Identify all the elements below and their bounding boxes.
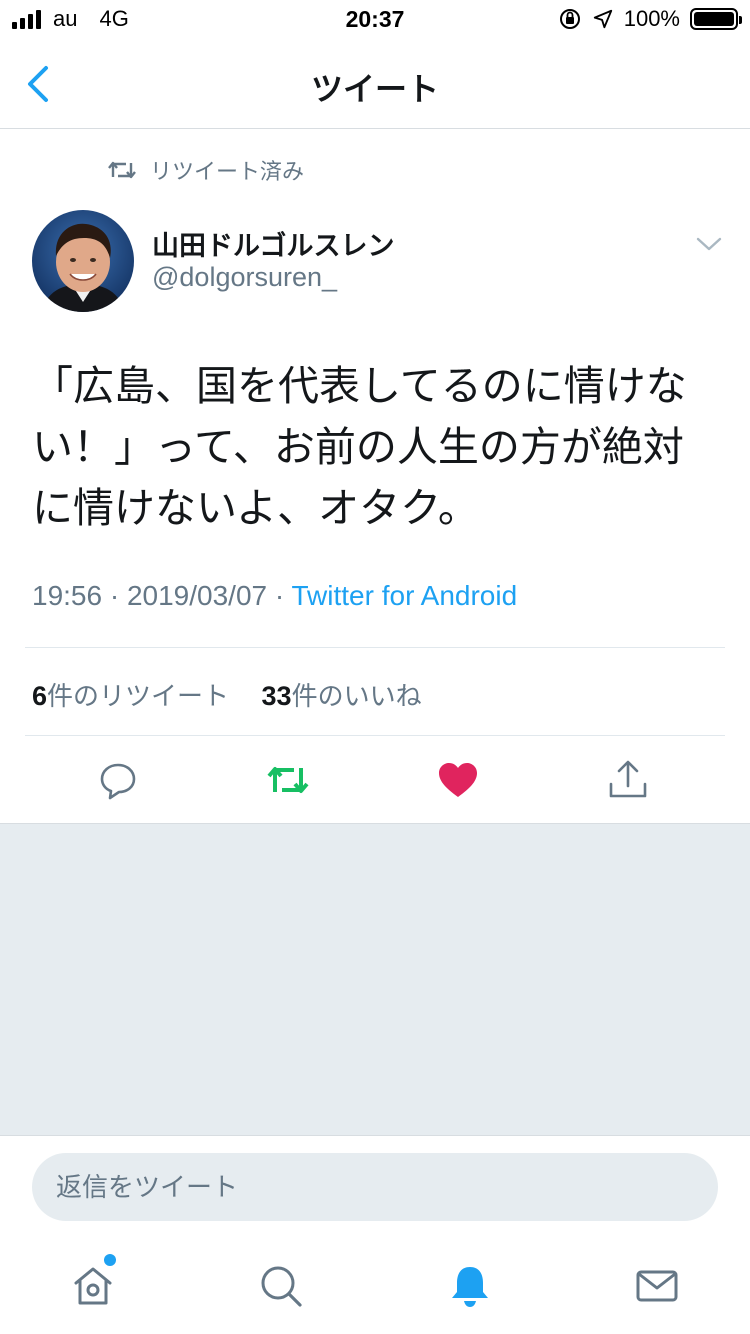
- status-bar: au 4G 20:37 100%: [0, 0, 750, 40]
- home-icon: [74, 1267, 112, 1305]
- heart-icon: [439, 763, 477, 797]
- share-icon: [609, 760, 647, 798]
- divider: [25, 647, 725, 648]
- orientation-lock-icon: [559, 9, 580, 29]
- tab-search[interactable]: [258, 1263, 304, 1309]
- battery-icon: [690, 8, 742, 30]
- tweet-actions: [0, 736, 750, 823]
- tweet-meta: 19:56 · 2019/03/07 · Twitter for Android: [32, 580, 517, 612]
- more-options-button[interactable]: [694, 232, 724, 256]
- reply-button[interactable]: [96, 758, 140, 802]
- page-title: ツイート: [310, 71, 439, 107]
- location-icon: [593, 9, 612, 29]
- retweet-count-label: 件のリツイート: [47, 681, 230, 711]
- author-name[interactable]: 山田ドルゴルスレン: [152, 224, 394, 263]
- tab-home[interactable]: [70, 1263, 116, 1309]
- retweeted-label: リツイート済み: [150, 159, 305, 184]
- reply-icon: [100, 763, 136, 800]
- mail-icon: [636, 1270, 678, 1302]
- tweet-time: 19:56: [32, 580, 103, 611]
- status-right: 100%: [558, 6, 742, 32]
- nav-bar: ツイート: [0, 40, 750, 129]
- author-handle[interactable]: @dolgorsuren_: [152, 262, 337, 293]
- reply-bar: [0, 1135, 750, 1239]
- like-count: 33: [261, 681, 292, 711]
- retweet-button[interactable]: [266, 758, 310, 802]
- search-icon: [261, 1266, 302, 1307]
- retweet-icon: [108, 161, 136, 179]
- tab-bar: [0, 1239, 750, 1334]
- retweet-icon: [267, 767, 309, 793]
- tab-notifications[interactable]: [447, 1263, 493, 1309]
- retweet-count: 6: [32, 681, 48, 711]
- meta-separator: ·: [274, 580, 292, 611]
- likes-stat[interactable]: 33件のいいね: [262, 681, 422, 711]
- retweeted-indicator: リツイート済み: [108, 154, 304, 186]
- avatar[interactable]: [32, 210, 134, 312]
- like-count-label: 件のいいね: [291, 681, 422, 711]
- replies-area: [0, 823, 750, 1135]
- tweet-text: 「広島、国を代表してるのに情けない！」って、お前の人生の方が絶対に情けないよ、オ…: [32, 363, 687, 531]
- like-button[interactable]: [436, 758, 480, 802]
- meta-separator: ·: [109, 580, 127, 611]
- tweet-date: 2019/03/07: [126, 580, 268, 611]
- share-button[interactable]: [606, 758, 650, 802]
- notification-dot: [104, 1254, 116, 1266]
- battery-percent: 100%: [623, 6, 680, 31]
- tab-messages[interactable]: [634, 1263, 680, 1309]
- avatar-image: [32, 210, 134, 312]
- chevron-down-icon: [696, 237, 722, 251]
- tweet-source-link[interactable]: Twitter for Android: [292, 580, 518, 611]
- retweets-stat[interactable]: 6件のリツイート: [32, 681, 229, 711]
- bell-icon: [452, 1267, 488, 1307]
- tweet-stats: 6件のリツイート 33件のいいね: [32, 676, 422, 713]
- reply-input[interactable]: [32, 1153, 718, 1221]
